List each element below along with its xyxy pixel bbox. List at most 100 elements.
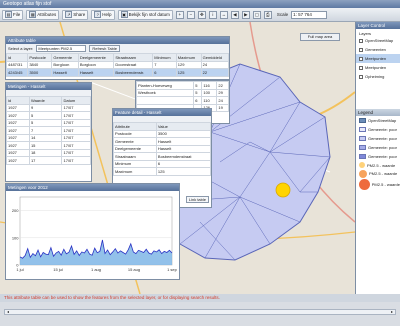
table-row[interactable]: Planten-Hoeveweg 5 116 22 — [135, 81, 229, 90]
measure-icon[interactable]: ↔ — [219, 10, 228, 19]
legend-item: Gemeente: poor — [356, 125, 400, 134]
column-header[interactable]: Deelgemeente — [77, 53, 115, 62]
checkbox-icon[interactable] — [359, 56, 363, 61]
column-header[interactable]: Gemeente — [51, 53, 79, 62]
column-header[interactable]: Minimum — [152, 53, 177, 62]
layer-item-selected[interactable]: Meetpunten — [356, 54, 400, 63]
select-icon[interactable]: ▢ — [252, 10, 261, 19]
checkbox-icon[interactable] — [359, 74, 363, 79]
table-cell: 5 — [28, 111, 63, 120]
table-cell: 1927 — [6, 156, 30, 165]
column-header[interactable]: Datum — [61, 96, 91, 105]
table-cell: 1927 — [6, 126, 30, 135]
scale-label: Scale — [276, 12, 289, 17]
layer-item[interactable]: OpenStreetMap — [356, 36, 400, 45]
layer-item[interactable]: Meetpunten — [356, 63, 400, 72]
table-cell: 17/07 — [61, 141, 91, 150]
layer-select[interactable]: Meetpunten PM2.5 — [36, 45, 87, 52]
column-header: Attribute — [113, 122, 157, 131]
attribute-table-title: Attribute table — [6, 37, 229, 44]
table-cell: 4487/31 — [5, 60, 29, 69]
table-cell: Gemeente — [113, 137, 157, 146]
scroll-right-icon[interactable]: ▸ — [389, 310, 395, 314]
column-header[interactable]: Maximum — [175, 53, 202, 62]
column-header[interactable]: id — [6, 96, 30, 105]
checkbox-icon[interactable] — [359, 38, 363, 43]
table-cell: 5 — [28, 118, 63, 127]
checkbox-icon[interactable] — [359, 47, 363, 52]
table-row[interactable]: 1927 14 17/07 — [6, 133, 91, 142]
status-message: This attribute table can be used to show… — [4, 295, 220, 300]
table-row[interactable]: 1927 17 17/07 — [6, 156, 91, 165]
full-map-button[interactable]: Full map area — [300, 33, 340, 41]
column-header[interactable]: Postcode — [27, 53, 53, 62]
table-row[interactable]: 1927 7 17/07 — [6, 126, 91, 135]
table-row: Deelgemeente Hasselt — [113, 144, 212, 153]
selected-measurement-point[interactable] — [275, 182, 291, 198]
layer-item[interactable]: Opheiming — [356, 72, 400, 81]
table-cell: Deelgemeente — [113, 144, 157, 153]
table-cell: 17/07 — [61, 118, 91, 127]
column-header[interactable]: id — [5, 53, 29, 62]
table-row[interactable]: 1927 5 17/07 — [6, 111, 91, 120]
table-row[interactable]: 1927 18 17/07 — [6, 148, 91, 157]
file-menu-button[interactable]: ▤ File — [2, 9, 24, 20]
table-row-selected[interactable]: 4243/45 3500 Hasselt Hasselt Bosbeemdenstr. 6… — [5, 68, 230, 77]
layer-select-row: Select a layer: Meetpunten PM2.5 Refresh… — [6, 44, 229, 53]
table-cell: 6 — [155, 159, 212, 168]
share-menu-button[interactable]: ↗ Share — [62, 9, 89, 20]
column-header[interactable]: Straatnaam — [113, 53, 154, 62]
info-icon[interactable]: i — [208, 10, 217, 19]
feature-detail-header: Attribute Value — [113, 122, 212, 131]
column-header[interactable]: Gemiddeld — [200, 53, 230, 62]
link-table-button[interactable]: Link table — [185, 196, 209, 203]
legend-item: PM2.5 - waarde — [356, 178, 400, 190]
scale-select[interactable]: 1: 57 764 — [291, 10, 328, 19]
table-row[interactable]: 6 110 24 — [135, 96, 229, 105]
table-cell: Hasselt — [155, 144, 212, 153]
scroll-left-icon[interactable]: ◂ — [5, 310, 11, 314]
table-row[interactable]: 4487/31 3840 Borgloon Borgloon Doornstraat 7 1… — [5, 60, 230, 69]
table-row[interactable]: 1927 5 17/07 — [6, 118, 91, 127]
table-row[interactable]: Westhoek 5 100 29 — [135, 88, 229, 97]
table-cell: 22 — [200, 68, 230, 77]
horizontal-scrollbar[interactable]: ◂ ▸ — [4, 309, 396, 315]
x-tick-label: 1 jul — [16, 267, 23, 272]
table-cell: Bosbeemdenstraat — [155, 152, 212, 161]
horizontal-scrollbar-area: ◂ ▸ — [0, 302, 400, 326]
legend-title: Legend — [356, 109, 400, 116]
print-icon[interactable]: ⎙ — [263, 10, 272, 19]
table-row: Postcode 3500 — [113, 129, 212, 138]
previous-extent-icon[interactable]: ◀ — [230, 10, 239, 19]
date-search-button[interactable]: ▣ Bekijk fijn stof datum — [117, 9, 173, 20]
table-cell: 17/07 — [61, 103, 91, 112]
table-row: Maximum 125 — [113, 167, 212, 176]
attributes-menu-button[interactable]: ▦ Attributes — [26, 9, 60, 20]
table-cell: 4243/45 — [5, 68, 29, 77]
zoom-out-icon[interactable]: − — [186, 10, 195, 19]
table-row[interactable]: 1927 15 17/07 — [6, 141, 91, 150]
table-cell: 17/07 — [61, 126, 91, 135]
table-cell: 1927 — [6, 148, 30, 157]
table-cell: 17/07 — [61, 133, 91, 142]
pan-icon[interactable]: ✥ — [197, 10, 206, 19]
y-tick-label: 100 — [12, 235, 19, 240]
table-cell: 3500 — [27, 68, 53, 77]
table-cell: Doornstraat — [113, 60, 154, 69]
table-row[interactable]: 1927 9 17/07 — [6, 103, 91, 112]
measurements-table: id Waarde Datum 1927 9 17/07 1927 5 17/07 19… — [6, 96, 91, 165]
legend-swatch — [359, 136, 366, 141]
chart-window-title: Metingen voor 2012 — [6, 184, 179, 191]
calendar-icon: ▣ — [120, 11, 128, 18]
next-extent-icon[interactable]: ▶ — [241, 10, 250, 19]
help-menu-button[interactable]: ? Help — [91, 9, 115, 20]
checkbox-icon[interactable] — [359, 65, 363, 70]
zoom-in-icon[interactable]: + — [175, 10, 184, 19]
refresh-table-button[interactable]: Refresh Table — [89, 45, 120, 52]
table-cell: 116 — [201, 81, 218, 90]
column-header[interactable]: Waarde — [28, 96, 63, 105]
measurements-title: Metingen - Hasselt — [6, 83, 91, 90]
table-cell: Borgloon — [77, 60, 115, 69]
layer-item[interactable]: Gemeenten — [356, 45, 400, 54]
table-cell: 3500 — [155, 129, 212, 138]
